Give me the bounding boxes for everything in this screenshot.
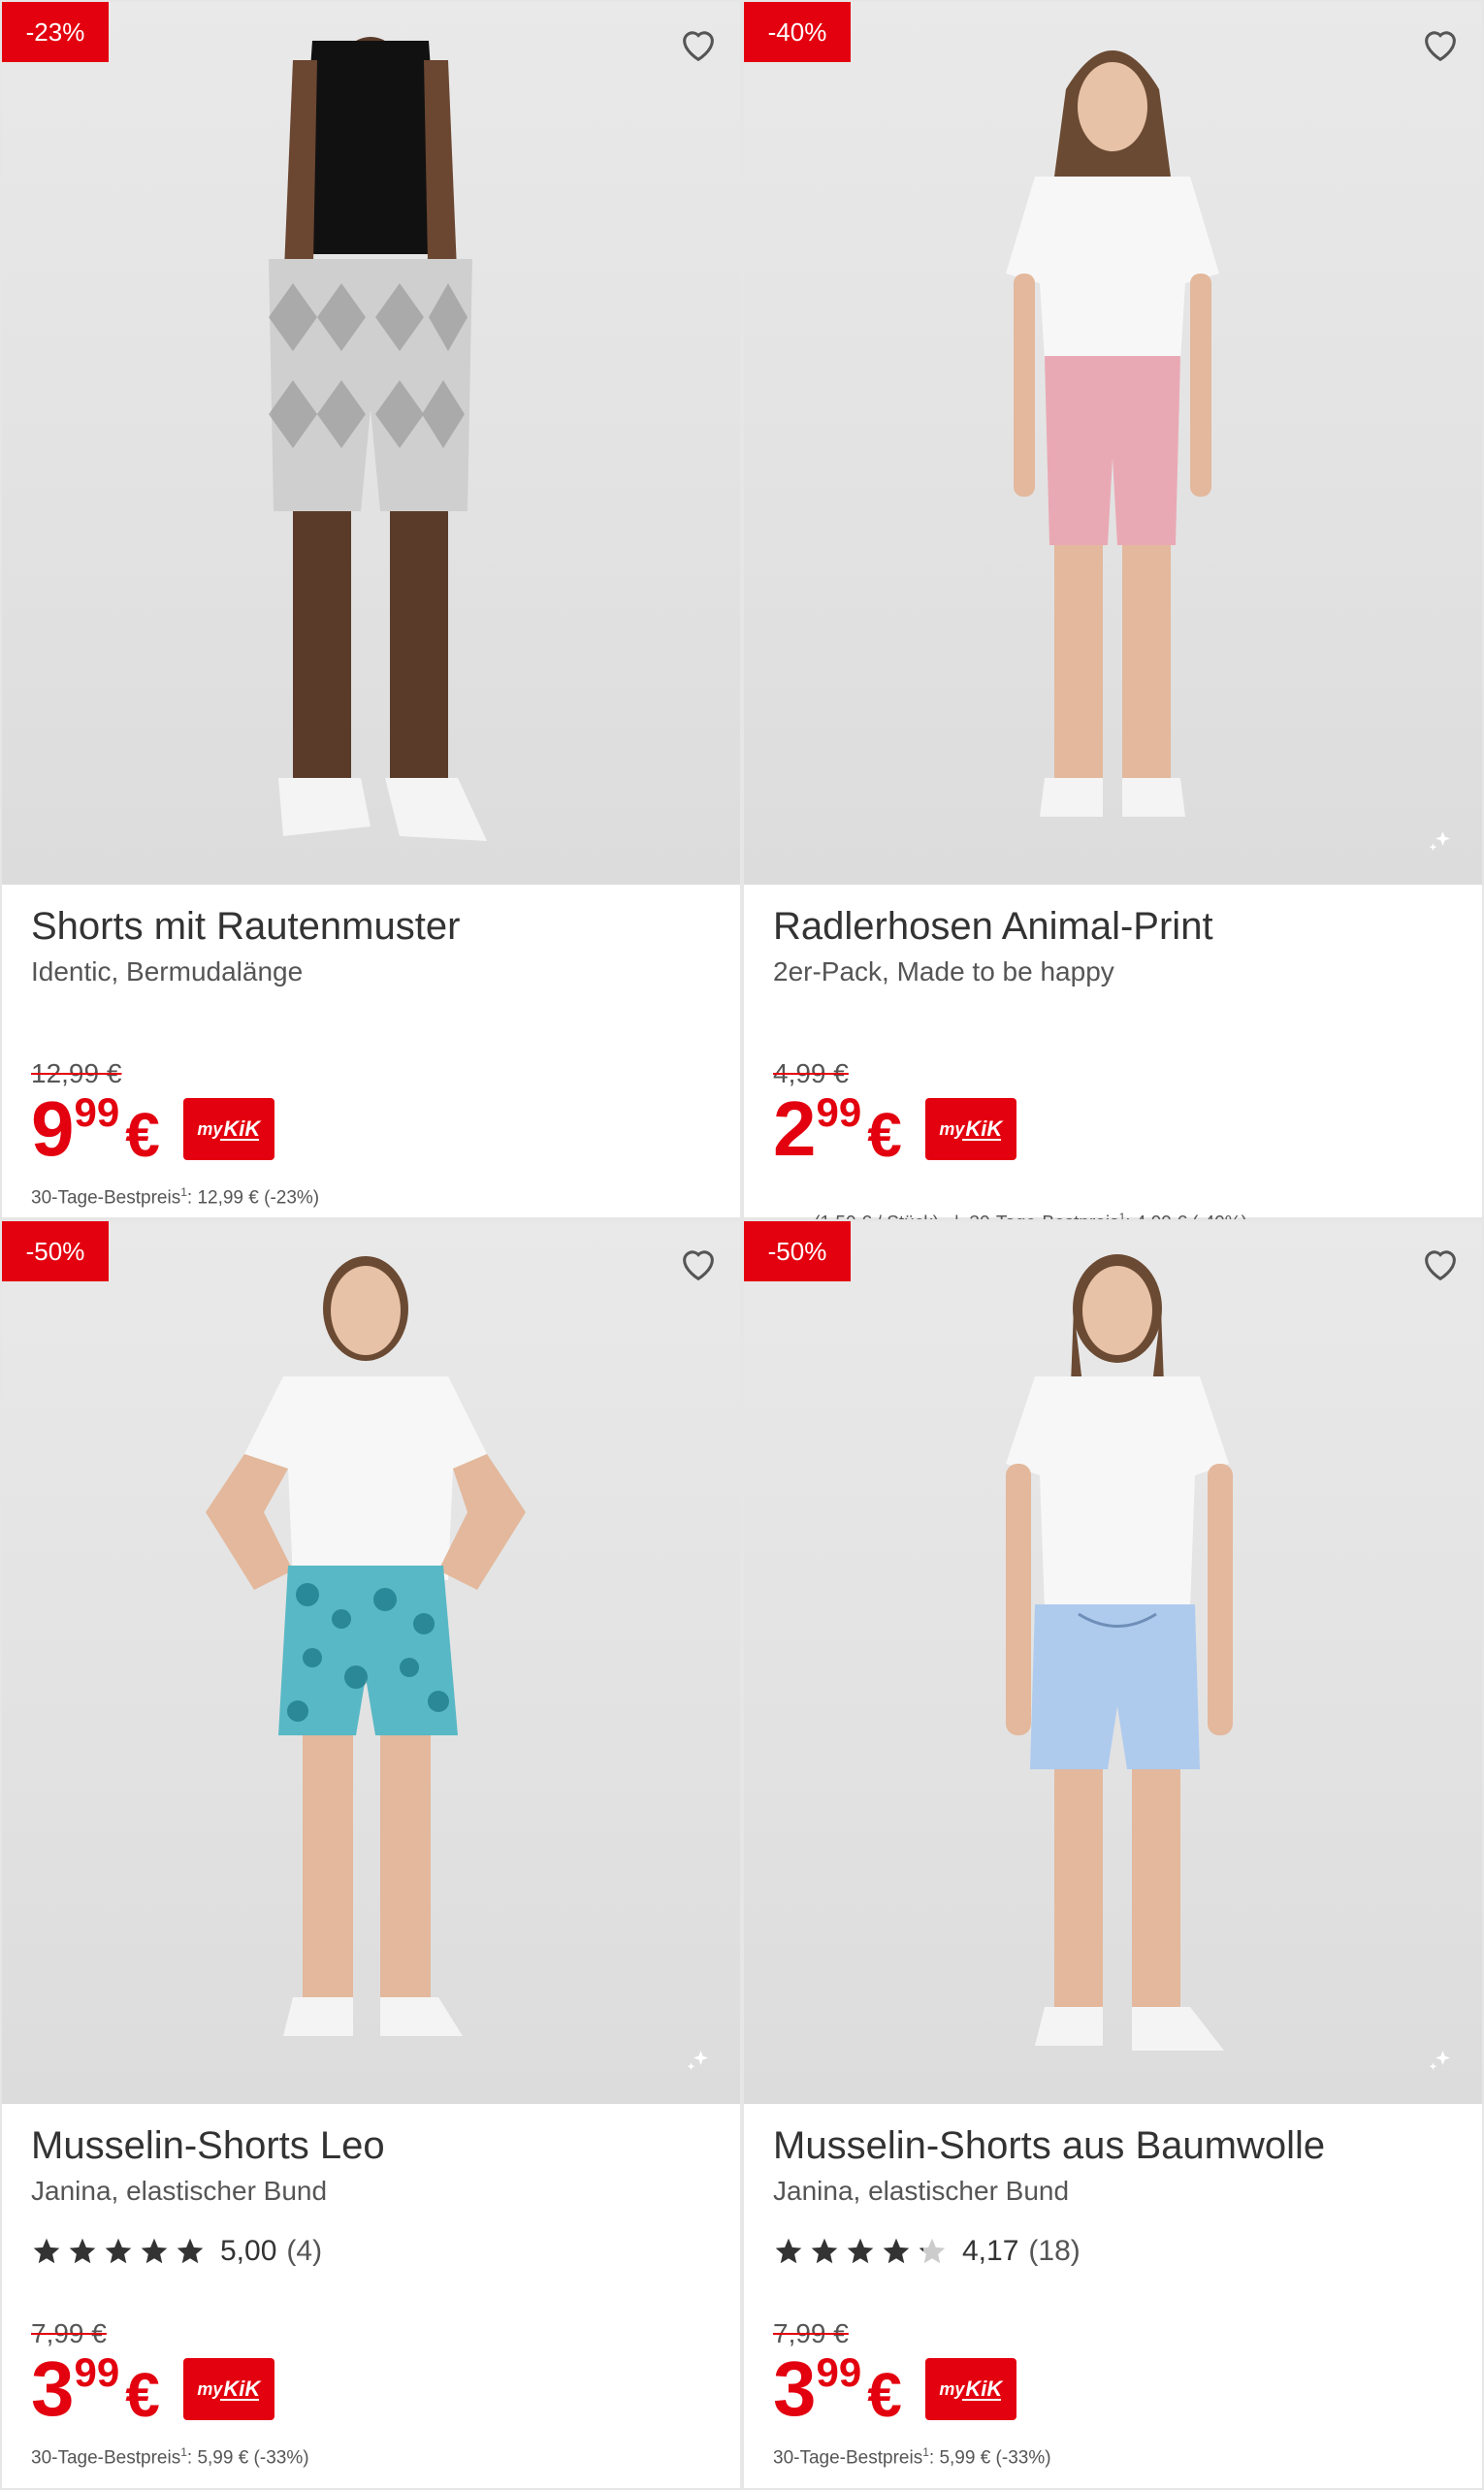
- product-title[interactable]: Musselin-Shorts Leo: [31, 2121, 711, 2170]
- product-info: Radlerhosen Animal-Print 2er-Pack, Made …: [744, 885, 1482, 1261]
- price-row: 2 99 € my KiK: [773, 1090, 1453, 1168]
- product-subtitle: 2er-Pack, Made to be happy: [773, 956, 1114, 986]
- model-illustration: [1006, 1254, 1233, 2051]
- rating[interactable]: 4,17 (18): [773, 2232, 1453, 2271]
- price-cents: 99: [74, 2349, 120, 2395]
- product-image[interactable]: [2, 1221, 740, 2104]
- discount-badge: -50%: [2, 1221, 109, 1281]
- price-currency: €: [867, 2360, 902, 2430]
- mykik-logo: my KiK: [924, 1098, 1016, 1160]
- discount-badge: -50%: [744, 1221, 851, 1281]
- product-title[interactable]: Shorts mit Rautenmuster: [31, 902, 711, 951]
- star-icon: [69, 2238, 96, 2264]
- product-card[interactable]: -50% Musselin-Shorts aus Baumwolle Janin…: [742, 1219, 1484, 2490]
- old-price: 4,99 €: [773, 1058, 849, 1088]
- old-price: 12,99 €: [31, 1058, 122, 1088]
- star-icon: [883, 2238, 910, 2264]
- product-subtitle: Identic, Bermudalänge: [31, 956, 304, 986]
- sparkle-icon: [1429, 2051, 1450, 2070]
- heart-outline-icon[interactable]: [676, 21, 721, 66]
- product-info: Musselin-Shorts Leo Janina, elastischer …: [2, 2104, 740, 2471]
- star-icon: [141, 2238, 168, 2264]
- product-subtitle: Janina, elastischer Bund: [773, 2176, 1070, 2206]
- current-price: 2 99 €: [773, 1090, 902, 1168]
- sparkle-icon: [1429, 831, 1450, 851]
- best-price-note: 30-Tage-Bestpreis1: 5,99 € (-33%): [31, 2445, 309, 2469]
- mykik-logo: my KiK: [182, 1098, 274, 1160]
- old-price: 7,99 €: [773, 2318, 849, 2348]
- product-title[interactable]: Musselin-Shorts aus Baumwolle: [773, 2121, 1453, 2170]
- rating-count: (4): [286, 2235, 323, 2267]
- sparkle-icon: [687, 2051, 708, 2070]
- product-subtitle: Janina, elastischer Bund: [31, 2176, 328, 2206]
- old-price: 7,99 €: [31, 2318, 107, 2348]
- product-image[interactable]: [2, 2, 740, 885]
- price-cents: 99: [74, 1089, 120, 1135]
- price-main: 2: [773, 1085, 816, 1172]
- discount-badge: -23%: [2, 2, 109, 62]
- current-price: 3 99 €: [773, 2350, 902, 2428]
- product-card[interactable]: -50% Musselin-Shorts Leo Janina, elastis…: [0, 1219, 742, 2490]
- price-currency: €: [125, 2360, 160, 2430]
- rating-score: 4,17: [962, 2235, 1019, 2267]
- mykik-logo: my KiK: [924, 2358, 1016, 2420]
- star-icon: [105, 2238, 132, 2264]
- price-main: 9: [31, 1085, 74, 1172]
- product-image[interactable]: [744, 1221, 1482, 2104]
- star-icon: [775, 2238, 802, 2264]
- price-currency: €: [867, 1100, 902, 1170]
- star-icon: [33, 2238, 60, 2264]
- model-illustration: [269, 37, 487, 841]
- price-currency: €: [125, 1100, 160, 1170]
- product-image[interactable]: [744, 2, 1482, 885]
- price-main: 3: [31, 2345, 74, 2432]
- rating-score: 5,00: [220, 2235, 277, 2267]
- star-icon: [919, 2238, 946, 2264]
- current-price: 9 99 €: [31, 1090, 160, 1168]
- product-grid: -23% Shorts mit Rautenmuster Identic, Be…: [0, 0, 1484, 2490]
- discount-badge: -40%: [744, 2, 851, 62]
- heart-outline-icon[interactable]: [1418, 21, 1463, 66]
- price-cents: 99: [816, 2349, 862, 2395]
- best-price-note: 30-Tage-Bestpreis1: 12,99 € (-23%): [31, 1185, 320, 1209]
- star-icon: [847, 2238, 874, 2264]
- star-icon: [811, 2238, 838, 2264]
- star-rating: [773, 2236, 952, 2267]
- price-row: 9 99 € my KiK: [31, 1090, 711, 1168]
- rating[interactable]: 5,00 (4): [31, 2232, 711, 2271]
- star-icon: [177, 2238, 204, 2264]
- model-illustration: [1006, 50, 1219, 817]
- current-price: 3 99 €: [31, 2350, 160, 2428]
- product-info: Shorts mit Rautenmuster Identic, Bermuda…: [2, 885, 740, 1211]
- product-card[interactable]: -23% Shorts mit Rautenmuster Identic, Be…: [0, 0, 742, 1219]
- product-title[interactable]: Radlerhosen Animal-Print: [773, 902, 1453, 951]
- star-rating: [31, 2236, 210, 2267]
- price-main: 3: [773, 2345, 816, 2432]
- product-card[interactable]: -40% Radlerhosen Animal-Print 2er-Pack, …: [742, 0, 1484, 1233]
- price-row: 3 99 € my KiK: [31, 2350, 711, 2428]
- heart-outline-icon[interactable]: [1418, 1241, 1463, 1285]
- price-row: 3 99 € my KiK: [773, 2350, 1453, 2428]
- price-cents: 99: [816, 1089, 862, 1135]
- mykik-logo: my KiK: [182, 2358, 274, 2420]
- rating-count: (18): [1028, 2235, 1081, 2267]
- heart-outline-icon[interactable]: [676, 1241, 721, 1285]
- best-price-note: 30-Tage-Bestpreis1: 5,99 € (-33%): [773, 2445, 1051, 2469]
- product-info: Musselin-Shorts aus Baumwolle Janina, el…: [744, 2104, 1482, 2471]
- model-illustration: [206, 1256, 526, 2036]
